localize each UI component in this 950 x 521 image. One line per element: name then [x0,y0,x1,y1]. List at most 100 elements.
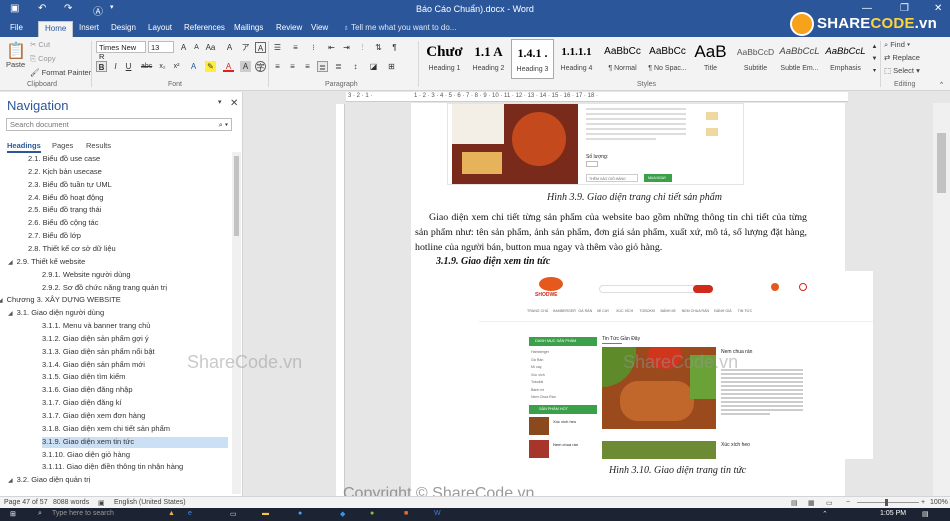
vertical-ruler[interactable] [336,104,345,496]
align-left-icon[interactable]: ≡ [272,61,283,72]
search-document-input[interactable]: Search document ⌕ ▾ [6,118,232,131]
collapse-arrow-icon[interactable]: ◢ [0,298,3,304]
tab-design[interactable]: Design [111,23,136,32]
style-normal[interactable]: AaBbCc ¶ Normal [601,39,644,79]
enclose-characters-icon[interactable]: 字 [255,61,266,72]
nav-heading-item[interactable]: 3.1.1. Menu và banner trang chủ [42,321,228,332]
bullets-icon[interactable]: ☰ [272,42,283,53]
nav-heading-item[interactable]: 3.1.7. Giao diện xem đơn hàng [42,411,228,422]
styles-scroll-down-icon[interactable]: ▼ [869,54,880,65]
task-view-icon[interactable]: ▭ [230,510,237,518]
app-icon[interactable]: ▲ [168,510,175,517]
style-title[interactable]: AaB Title [689,39,732,79]
collapse-arrow-icon[interactable]: ◢ [8,478,13,484]
search-icon[interactable]: ⌕ ▾ [219,120,228,130]
superscript-icon[interactable]: x² [171,61,182,72]
nav-heading-item[interactable]: 2.9.1. Website người dùng [42,270,228,281]
tab-file[interactable]: File [10,23,23,32]
nav-scroll-thumb[interactable] [234,156,239,236]
proofing-icon[interactable]: ▣ [98,499,105,507]
nav-heading-item[interactable]: ◢ Chương 3. XÂY DỰNG WEBSITE [0,295,184,306]
style-heading-3[interactable]: 1.4.1 . Heading 3 [511,39,554,79]
tell-me-box[interactable]: ♁ Tell me what you want to do... [343,23,456,32]
style-subtitle[interactable]: AaBbCcD Subtitle [734,39,777,79]
underline-icon[interactable]: U [123,61,134,72]
horizontal-ruler[interactable]: 3 · 2 · 1 · 1 · 2 · 3 · 4 · 5 · 6 · 7 · … [346,92,848,102]
app-icon[interactable]: ■ [404,510,408,517]
nav-heading-item[interactable]: 2.3. Biểu đồ tuần tự UML [28,180,214,191]
sort-icon[interactable]: ⇅ [373,42,384,53]
zoom-out-icon[interactable]: − [846,499,850,506]
style-heading-2[interactable]: 1.1 A Heading 2 [467,39,510,79]
nav-heading-item[interactable]: 2.2. Kịch bản usecase [28,167,214,178]
chinese-layout-icon[interactable]: ⫶ [357,42,368,53]
nav-heading-item[interactable]: 2.1. Biểu đồ use case [28,154,214,165]
app-icon[interactable]: ● [370,510,374,517]
print-layout-icon[interactable]: ▦ [808,499,815,507]
document-page[interactable]: Số lượng: THÊM VÀO GIỎ HÀNG MUA NGAY Hìn… [411,103,873,496]
character-border-icon[interactable]: A [255,42,266,53]
borders-icon[interactable]: ⊞ [386,61,397,72]
nav-heading-item[interactable]: 2.9.2. Sơ đồ chức năng trang quản trị [42,283,228,294]
page-count[interactable]: Page 47 of 57 [4,499,48,506]
bold-icon[interactable]: B [96,61,107,72]
language[interactable]: English (United States) [114,499,186,506]
copy-button[interactable]: ⎘ Copy [30,54,56,64]
notifications-icon[interactable]: ▤ [922,510,929,518]
nav-heading-item[interactable]: ◢ 3.2. Giao diện quản trị [8,475,194,486]
tab-results[interactable]: Results [86,141,111,150]
nav-heading-item[interactable]: 3.1.11. Giao diện điền thông tin nhận hà… [42,462,228,473]
tab-layout[interactable]: Layout [148,23,172,32]
zoom-slider-thumb[interactable] [885,499,888,506]
replace-button[interactable]: ⇄ Replace [884,53,920,62]
multilevel-list-icon[interactable]: ⁝ [308,42,319,53]
collapse-ribbon-icon[interactable]: ^ [936,80,947,91]
nav-heading-item[interactable]: 2.4. Biểu đồ hoạt động [28,193,214,204]
nav-heading-item[interactable]: 3.1.8. Giao diện xem chi tiết sản phẩm [42,424,228,435]
nav-heading-item[interactable]: 2.8. Thiết kế cơ sở dữ liệu [28,244,214,255]
tab-mailings[interactable]: Mailings [234,23,263,32]
tab-pages[interactable]: Pages [52,141,73,150]
nav-heading-item[interactable]: 3.1.6. Giao diện đăng nhập [42,385,228,396]
line-spacing-icon[interactable]: ↕ [350,61,361,72]
style-heading-1[interactable]: Chươ Heading 1 [423,39,466,79]
pane-options-icon[interactable]: ▾ [218,98,222,106]
strikethrough-icon[interactable]: abc [141,61,152,72]
justify-icon[interactable]: ≣ [317,61,328,72]
web-layout-icon[interactable]: ▭ [826,499,833,507]
edge-icon[interactable]: e [188,510,192,517]
file-explorer-icon[interactable]: ▬ [262,510,269,517]
zoom-level[interactable]: 100% [930,499,948,506]
document-scroll-thumb[interactable] [937,133,946,193]
word-count[interactable]: 8088 words [53,499,89,506]
nav-heading-item[interactable]: 2.6. Biểu đồ cộng tác [28,218,214,229]
system-tray-icon[interactable]: ⌃ [822,510,828,518]
highlight-icon[interactable]: ✎ [205,61,216,72]
select-button[interactable]: ⬚ Select ▾ [884,66,920,75]
change-case-icon[interactable]: Aa [205,42,216,53]
paste-icon[interactable]: 📋 [6,41,26,61]
center-icon[interactable]: ≡ [287,61,298,72]
nav-heading-item[interactable]: 3.1.7. Giao diện đăng kí [42,398,228,409]
nav-heading-item[interactable]: ◢ 2.9. Thiết kế website [8,257,194,268]
paste-button[interactable]: Paste [6,60,25,69]
font-name-dropdown[interactable]: Times New R [96,41,146,61]
nav-heading-item[interactable]: 3.1.3. Giao diện sản phẩm nổi bật [42,347,228,358]
style-heading-4[interactable]: 1.1.1.1 Heading 4 [555,39,598,79]
nav-heading-item[interactable]: 3.1.9. Giao diện xem tin tức [42,436,228,448]
tab-home[interactable]: Home [38,21,74,37]
style-no-spacing[interactable]: AaBbCc ¶ No Spac... [646,39,689,79]
nav-scrollbar[interactable] [232,152,241,494]
zoom-slider[interactable] [857,502,919,503]
chrome-icon[interactable]: ● [298,510,302,517]
style-emphasis[interactable]: AaBbCcL Emphasis [824,39,867,79]
nav-heading-item[interactable]: 3.1.5. Giao diện tìm kiếm [42,372,228,383]
tab-insert[interactable]: Insert [79,23,99,32]
format-painter-button[interactable]: 🖌 Format Painter [30,68,91,77]
numbering-icon[interactable]: ≡ [290,42,301,53]
character-shading-icon[interactable]: A [240,61,251,72]
start-icon[interactable]: ⊞ [10,510,16,518]
nav-heading-item[interactable]: 3.1.4. Giao diện sản phẩm mới [42,360,228,371]
tab-review[interactable]: Review [276,23,302,32]
styles-more-icon[interactable]: ▾ [869,66,880,77]
